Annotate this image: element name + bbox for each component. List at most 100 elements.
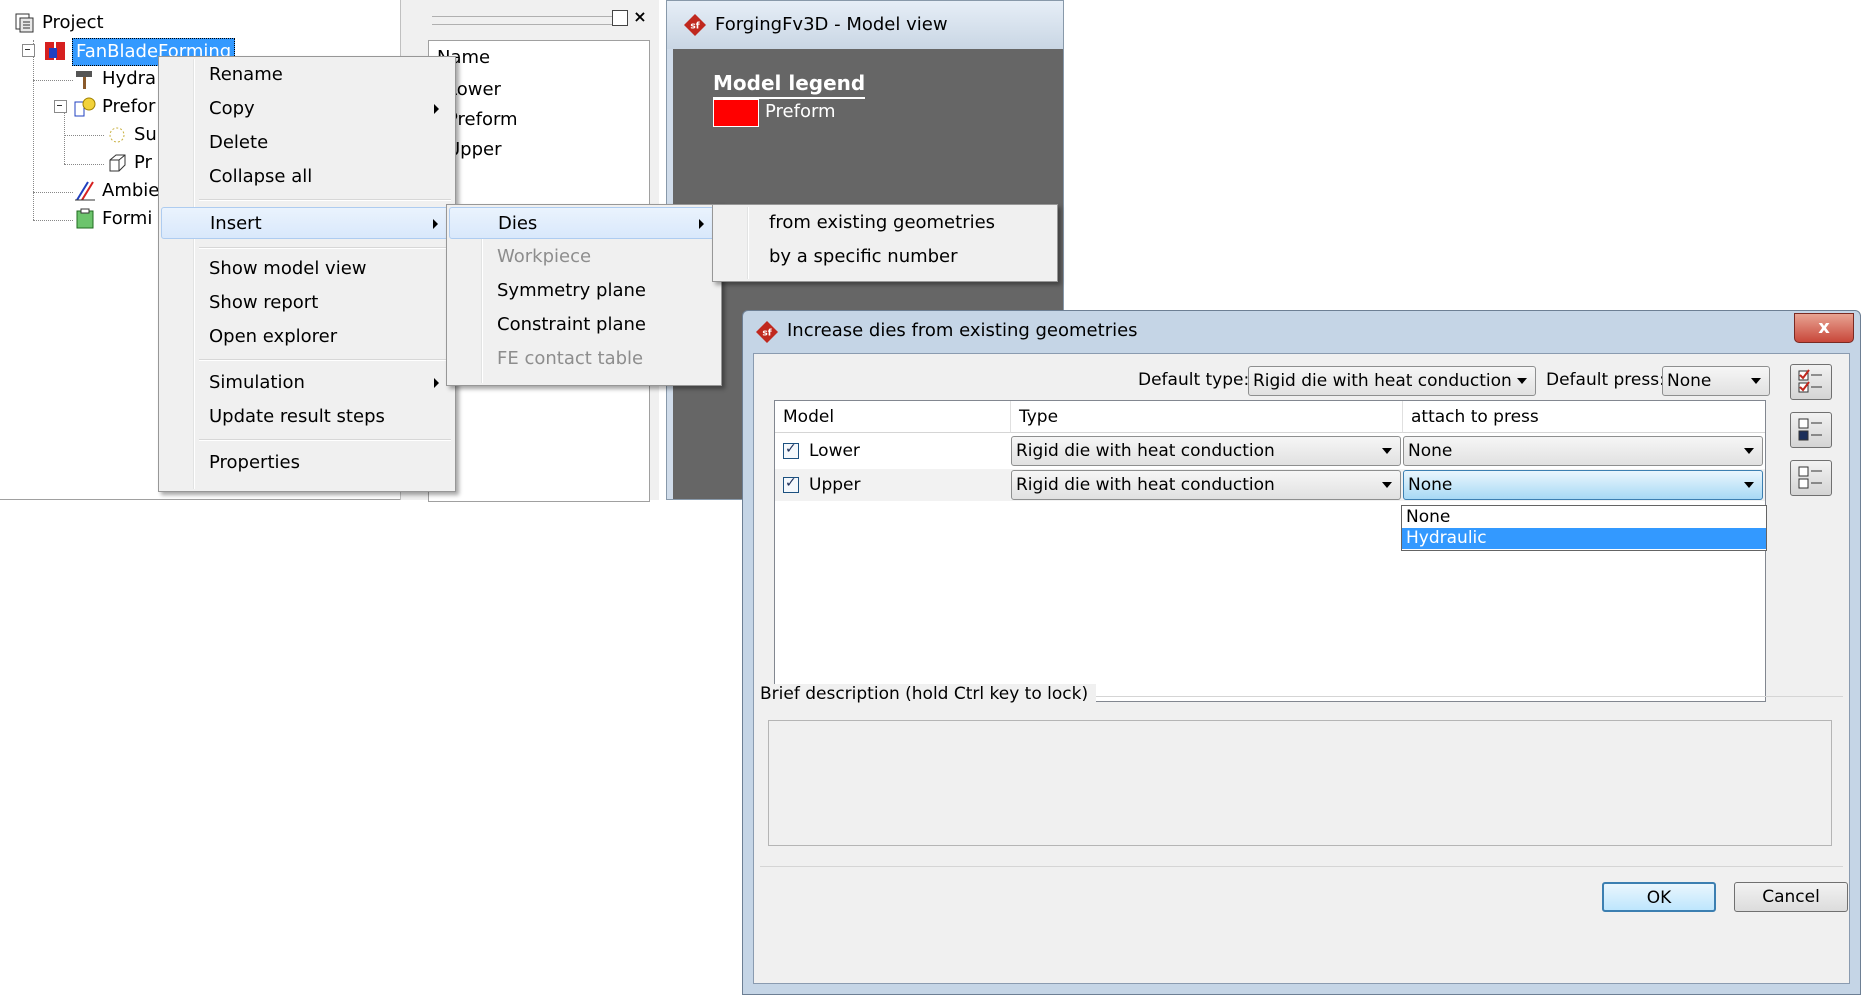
model-view-title: ForgingFv3D - Model view	[715, 14, 948, 35]
dropdown-option-hydraulic[interactable]: Hydraulic	[1402, 528, 1766, 549]
ok-button[interactable]: OK	[1602, 882, 1716, 912]
cube-icon	[109, 154, 126, 172]
menu-item-rename[interactable]: Rename	[161, 59, 453, 91]
menu-item-workpiece: Workpiece	[497, 246, 592, 267]
dies-table: Model Type attach to press Lower Rigid d…	[774, 400, 1767, 702]
context-menu: Rename Copy Delete Collapse all Insert S…	[158, 56, 456, 492]
menu-item-update-result-steps[interactable]: Update result steps	[161, 401, 453, 433]
menu-item-label: Dies	[498, 213, 538, 234]
type-select[interactable]: Rigid die with heat conduction	[1011, 470, 1401, 500]
close-button[interactable]: x	[1794, 313, 1854, 343]
uncheck-list-icon	[1798, 466, 1822, 489]
chevron-down-icon	[1751, 378, 1761, 384]
press-dropdown-list: None Hydraulic	[1401, 505, 1767, 551]
svg-text:sf: sf	[690, 22, 699, 32]
submenu-arrow-icon	[433, 219, 438, 229]
dialog-body: Default type: Rigid die with heat conduc…	[753, 353, 1850, 984]
menu-separator	[199, 199, 451, 201]
press-select[interactable]: None	[1403, 470, 1763, 500]
menu-item-simulation[interactable]: Simulation	[161, 367, 453, 399]
menu-item-symmetry-plane[interactable]: Symmetry plane	[449, 275, 719, 307]
default-type-label: Default type:	[1138, 370, 1250, 390]
menu-item-properties[interactable]: Properties	[161, 447, 453, 479]
app-logo-icon: sf	[684, 14, 706, 36]
forming-step-icon	[76, 208, 94, 229]
model-cell: Upper	[809, 475, 861, 495]
chevron-down-icon	[1517, 378, 1527, 384]
legend-item-label: Preform	[765, 101, 836, 122]
type-select[interactable]: Rigid die with heat conduction	[1011, 436, 1401, 466]
row-checkbox[interactable]	[783, 475, 799, 493]
menu-item-constraint-plane[interactable]: Constraint plane	[449, 309, 719, 341]
menu-item-from-existing-geometries[interactable]: from existing geometries	[715, 207, 1055, 239]
app-logo-icon: sf	[756, 321, 778, 343]
tree-item-label: Ambie	[102, 180, 160, 201]
menu-item-label: Copy	[209, 98, 255, 119]
tree-item-label: Hydra	[102, 68, 157, 89]
legend-swatch	[713, 99, 759, 127]
menu-item-delete[interactable]: Delete	[161, 127, 453, 159]
invert-list-icon	[1798, 418, 1822, 441]
default-type-select[interactable]: Rigid die with heat conduction	[1248, 366, 1536, 396]
model-cell: Lower	[809, 441, 860, 461]
table-row: Lower Rigid die with heat conduction Non…	[775, 435, 1765, 467]
tree-connector	[64, 112, 65, 164]
menu-item-dies[interactable]: Dies	[449, 207, 719, 239]
ambient-icon	[75, 181, 95, 201]
tree-connector	[33, 40, 34, 220]
menu-item-by-a-specific-number[interactable]: by a specific number	[715, 241, 1055, 273]
menu-item-insert[interactable]: Insert	[161, 207, 453, 239]
table-row: Upper Rigid die with heat conduction Non…	[775, 469, 1765, 501]
menu-item-show-model-view[interactable]: Show model view	[161, 253, 453, 285]
uncheck-all-button[interactable]	[1790, 460, 1832, 496]
chevron-down-icon	[1744, 482, 1754, 488]
project-icon	[15, 13, 34, 33]
chevron-down-icon	[1382, 482, 1392, 488]
column-header-attach-to-press[interactable]: attach to press	[1403, 401, 1765, 433]
submenu-arrow-icon	[699, 219, 704, 229]
type-value: Rigid die with heat conduction	[1016, 441, 1275, 461]
tree-item-label: Formi	[102, 208, 153, 229]
menu-separator	[199, 247, 451, 249]
insert-submenu: Dies Workpiece Symmetry plane Constraint…	[446, 204, 722, 386]
column-header-model[interactable]: Model	[775, 401, 1011, 433]
collapse-toggle[interactable]	[54, 100, 67, 113]
tree-item-label: Su	[134, 124, 157, 145]
press-select[interactable]: None	[1403, 436, 1763, 466]
submenu-arrow-icon	[434, 378, 439, 388]
list-item[interactable]: Preform	[439, 107, 518, 133]
menu-item-fe-contact-table: FE contact table	[497, 348, 644, 369]
increase-dies-dialog: sf Increase dies from existing geometrie…	[742, 310, 1861, 995]
mesh-icon	[109, 127, 125, 143]
menu-item-show-report[interactable]: Show report	[161, 287, 453, 319]
description-box	[768, 720, 1832, 846]
close-icon[interactable]: ×	[632, 9, 648, 25]
forging-process-icon	[45, 42, 65, 60]
check-list-icon	[1798, 369, 1822, 393]
menu-item-collapse-all[interactable]: Collapse all	[161, 161, 453, 193]
tree-connector	[64, 164, 104, 165]
tree-connector	[64, 135, 104, 136]
model-view-titlebar[interactable]: sf ForgingFv3D - Model view	[667, 1, 1063, 49]
press-value: None	[1408, 441, 1453, 461]
menu-item-copy[interactable]: Copy	[161, 93, 453, 125]
tree-item-label: Prefor	[102, 96, 156, 117]
column-header-type[interactable]: Type	[1011, 401, 1403, 433]
dropdown-option-none[interactable]: None	[1402, 507, 1766, 528]
dialog-title: Increase dies from existing geometries	[787, 320, 1138, 341]
row-checkbox[interactable]	[783, 441, 799, 459]
chevron-down-icon	[1382, 448, 1392, 454]
menu-separator	[199, 359, 451, 361]
default-press-select[interactable]: None	[1662, 366, 1770, 396]
invert-selection-button[interactable]	[1790, 412, 1832, 448]
collapse-toggle[interactable]	[22, 44, 35, 57]
cancel-button[interactable]: Cancel	[1734, 882, 1848, 912]
check-all-button[interactable]	[1790, 364, 1832, 400]
panel-grip[interactable]	[432, 16, 612, 25]
description-label: Brief description (hold Ctrl key to lock…	[760, 684, 1097, 704]
restore-icon[interactable]	[612, 10, 628, 26]
menu-item-open-explorer[interactable]: Open explorer	[161, 321, 453, 353]
tree-item-label: Project	[42, 12, 104, 33]
tree-connector	[33, 192, 73, 193]
menu-separator	[199, 439, 451, 441]
